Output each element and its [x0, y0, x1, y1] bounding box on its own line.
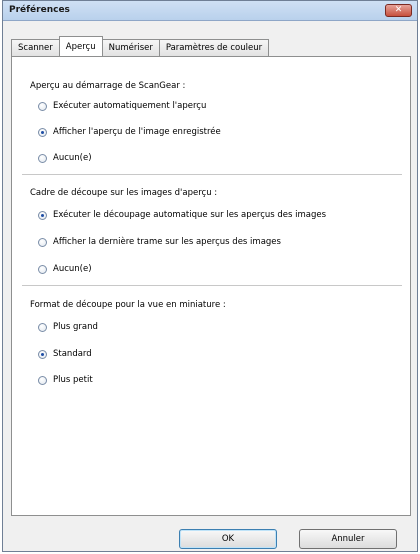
ok-button[interactable]: OK — [179, 529, 277, 549]
tab-label: Paramètres de couleur — [165, 43, 263, 53]
separator — [22, 285, 402, 287]
radio-button[interactable] — [38, 210, 47, 220]
separator — [22, 174, 402, 176]
option-none[interactable]: Aucun(e) — [38, 153, 92, 163]
option-none[interactable]: Aucun(e) — [38, 264, 92, 274]
group-title: Format de découpe pour la vue en miniatu… — [30, 300, 226, 310]
group-title: Cadre de découpe sur les images d'aperçu… — [30, 188, 218, 198]
option-label: Plus grand — [53, 322, 98, 332]
group-title: Aperçu au démarrage de ScanGear : — [30, 81, 186, 91]
radio-button[interactable] — [38, 237, 47, 247]
option-last-frame[interactable]: Afficher la dernière trame sur les aperç… — [38, 237, 281, 247]
tab-label: Scanner — [18, 43, 53, 53]
radio-button[interactable] — [38, 153, 47, 163]
tab-label: Aperçu — [65, 41, 96, 52]
radio-button[interactable] — [38, 375, 47, 385]
tab-numeriser[interactable]: Numériser — [101, 39, 160, 56]
option-label: Afficher l'aperçu de l'image enregistrée — [53, 127, 221, 137]
option-label: Exécuter automatiquement l'aperçu — [53, 101, 207, 111]
radio-button[interactable] — [38, 264, 47, 274]
radio-button[interactable] — [38, 349, 47, 359]
option-label: Aucun(e) — [53, 264, 92, 274]
tab-panel: Aperçu au démarrage de ScanGear : Exécut… — [11, 56, 411, 516]
radio-button[interactable] — [38, 322, 47, 332]
radio-button[interactable] — [38, 127, 47, 137]
close-icon: ✕ — [394, 5, 403, 15]
option-label: Afficher la dernière trame sur les aperç… — [53, 237, 281, 247]
option-show-saved-preview[interactable]: Afficher l'aperçu de l'image enregistrée — [38, 127, 221, 137]
title-bar[interactable]: Préférences ✕ — [3, 1, 417, 21]
option-standard[interactable]: Standard — [38, 349, 92, 359]
tab-label: Numériser — [108, 43, 153, 53]
tab-strip: Scanner Aperçu Numériser Paramètres de c… — [11, 36, 270, 56]
option-label: Exécuter le découpage automatique sur le… — [53, 210, 327, 220]
tab-scanner[interactable]: Scanner — [11, 39, 60, 56]
option-label: Aucun(e) — [53, 153, 92, 163]
option-auto-preview[interactable]: Exécuter automatiquement l'aperçu — [38, 101, 206, 111]
option-label: Standard — [53, 349, 92, 359]
cancel-button[interactable]: Annuler — [299, 529, 397, 549]
window-title: Préférences — [9, 5, 70, 15]
option-auto-crop[interactable]: Exécuter le découpage automatique sur le… — [38, 210, 326, 220]
preferences-dialog: Préférences ✕ Scanner Aperçu Numériser P… — [2, 0, 418, 552]
option-label: Plus petit — [53, 375, 93, 385]
tab-parametres-couleur[interactable]: Paramètres de couleur — [158, 39, 270, 56]
option-larger[interactable]: Plus grand — [38, 322, 98, 332]
close-button[interactable]: ✕ — [385, 4, 412, 17]
radio-button[interactable] — [38, 101, 47, 111]
tab-apercu[interactable]: Aperçu — [58, 36, 103, 56]
option-smaller[interactable]: Plus petit — [38, 375, 93, 385]
